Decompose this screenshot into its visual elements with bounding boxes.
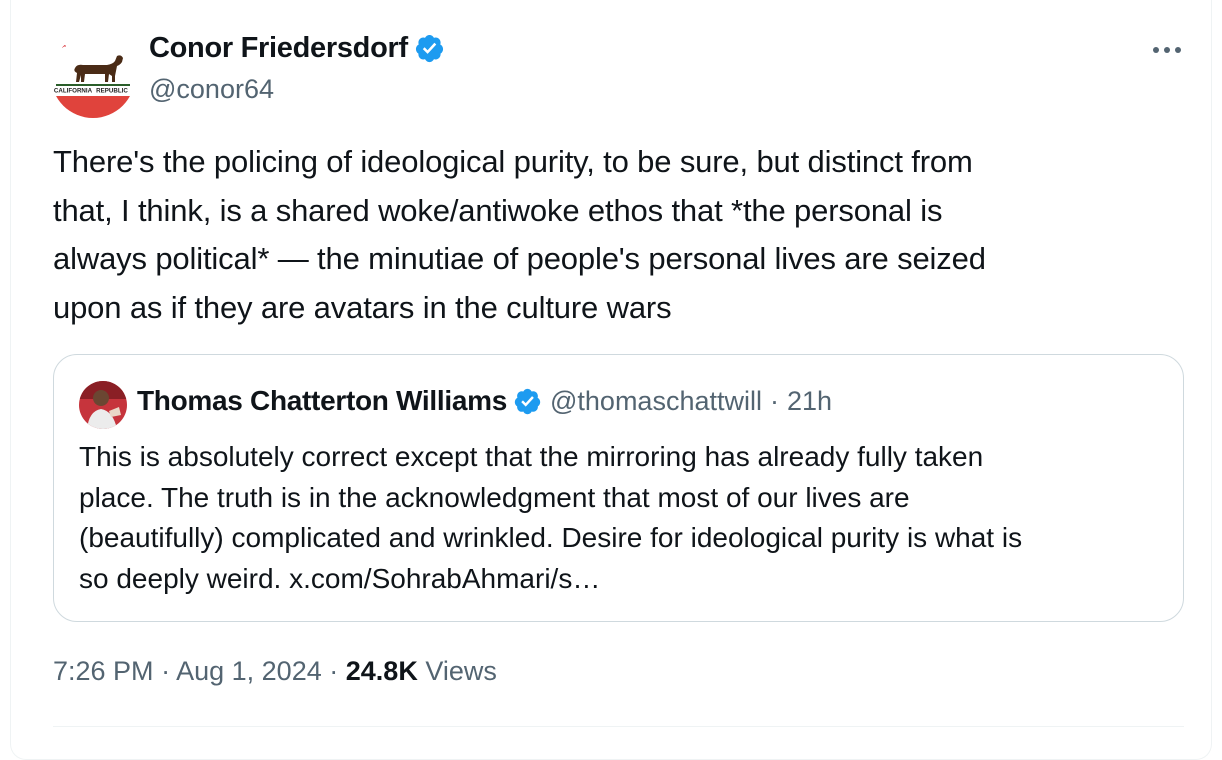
divider: [53, 726, 1184, 727]
quoted-timestamp[interactable]: 21h: [787, 386, 832, 417]
more-options-icon[interactable]: [1151, 34, 1183, 66]
quoted-tweet-text: This is absolutely correct except that t…: [79, 441, 1023, 594]
views-count: 24.8K: [345, 656, 418, 686]
views-label: Views: [425, 656, 497, 686]
author-name-row: Conor Friedersdorf: [149, 32, 445, 65]
verified-badge-icon[interactable]: [414, 33, 445, 64]
svg-text:CALIFORNIA: CALIFORNIA: [54, 88, 93, 95]
quoted-author-display-name[interactable]: Thomas Chatterton Williams: [137, 385, 507, 417]
quoted-author-avatar[interactable]: [79, 381, 127, 429]
verified-badge-icon[interactable]: [513, 387, 542, 416]
quoted-author-handle[interactable]: @thomaschattwill: [550, 386, 762, 417]
quoted-tweet-header: Thomas Chatterton Williams @thomaschattw…: [137, 385, 832, 417]
author-display-name[interactable]: Conor Friedersdorf: [149, 32, 408, 65]
meta-separator: ·: [329, 656, 339, 686]
quoted-tweet[interactable]: Thomas Chatterton Williams @thomaschattw…: [53, 354, 1184, 622]
quoted-separator: ·: [769, 385, 779, 416]
meta-separator: ·: [161, 656, 171, 686]
tweet-card: CALIFORNIA REPUBLIC Conor Friedersdorf @…: [10, 0, 1212, 760]
tweet-date[interactable]: Aug 1, 2024: [176, 656, 322, 686]
author-handle[interactable]: @conor64: [149, 74, 274, 105]
tweet-meta: 7:26 PM · Aug 1, 2024 · 24.8K Views: [53, 656, 497, 687]
person-avatar-icon: [79, 381, 127, 429]
svg-text:REPUBLIC: REPUBLIC: [96, 88, 128, 95]
author-avatar[interactable]: CALIFORNIA REPUBLIC: [51, 34, 135, 118]
tweet-time[interactable]: 7:26 PM: [53, 656, 154, 686]
tweet-text: There's the policing of ideological puri…: [53, 144, 986, 325]
california-bear-flag-avatar-icon: CALIFORNIA REPUBLIC: [51, 34, 135, 118]
